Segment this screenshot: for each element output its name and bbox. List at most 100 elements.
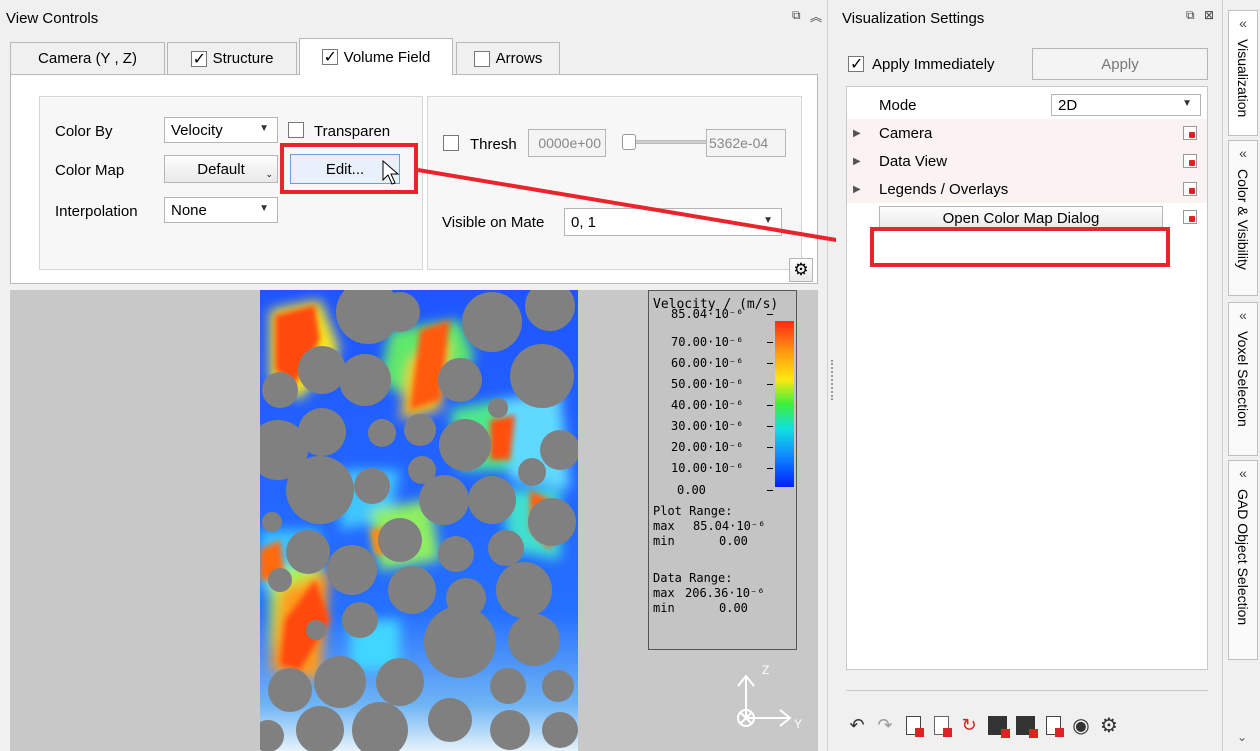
reset-icon[interactable]	[1183, 154, 1197, 168]
button-label: Edit...	[325, 160, 365, 178]
legend-tick-label: 20.00·10⁻⁶	[671, 440, 744, 454]
mode-combo[interactable]: 2D ▼	[1051, 94, 1201, 116]
side-tab-color-visibility[interactable]: « Color & Visibility	[1228, 140, 1258, 296]
chevron-left-icon: «	[1239, 307, 1247, 323]
y-axis-label: Y	[794, 717, 802, 731]
color-legend: Velocity / (m/s) 85.04·10⁻⁶ 70.00·10⁻⁶ 60.	[648, 290, 797, 650]
legend-tick-mark	[767, 490, 773, 491]
render-viewport[interactable]: Velocity / (m/s) 85.04·10⁻⁶ 70.00·10⁻⁶ 60.	[10, 290, 818, 751]
splitter-handle[interactable]	[828, 360, 836, 400]
transparent-label: Transparen	[314, 123, 391, 140]
float-icon[interactable]: ⧉	[1186, 8, 1195, 23]
chevron-down-icon: ⌄	[265, 169, 273, 179]
side-tab-visualization[interactable]: « Visualization	[1228, 10, 1258, 136]
reset-icon[interactable]	[1183, 182, 1197, 196]
save-settings-icon[interactable]	[902, 714, 924, 737]
data-range-label: Data Range:	[653, 571, 733, 585]
legend-tick-label: 40.00·10⁻⁶	[671, 398, 744, 412]
expand-arrow-icon[interactable]: ▶	[853, 184, 861, 195]
expand-arrow-icon[interactable]: ▶	[853, 128, 861, 139]
thresh-slider[interactable]	[628, 140, 708, 144]
gear-icon[interactable]: ⚙	[789, 258, 813, 282]
apply-immediately-checkbox[interactable]	[848, 54, 864, 74]
export-icon[interactable]	[986, 714, 1010, 738]
transparent-checkbox[interactable]	[288, 122, 304, 138]
plot-range-label: Plot Range:	[653, 504, 733, 518]
gear-icon[interactable]: ⚙	[1098, 714, 1120, 737]
button-label: Apply	[1101, 55, 1139, 73]
plot-range-max-label: max	[653, 519, 675, 533]
apply-button[interactable]: Apply	[1032, 48, 1208, 80]
threshold-group: Thresh 0000e+00 5362e-04 Visible on Mate…	[427, 96, 802, 270]
volume-field-page: Color By Velocity ▼ Transparen Color Map…	[10, 74, 818, 284]
button-label: Open Color Map Dialog	[942, 209, 1100, 227]
legend-tick-mark	[767, 405, 773, 406]
legend-tick-label: 30.00·10⁻⁶	[671, 419, 744, 433]
color-map-dropdown[interactable]: Default ⌄	[164, 155, 278, 183]
category-label: Camera	[879, 124, 933, 142]
color-by-combo[interactable]: Velocity ▼	[164, 117, 278, 143]
undo-icon[interactable]: ↶	[846, 714, 868, 736]
plot-range-min: 0.00	[719, 534, 748, 548]
side-tab-label: Voxel Selection	[1235, 331, 1251, 427]
tab-label: Volume Field	[343, 48, 431, 66]
panel-title: Visualization Settings	[842, 10, 985, 27]
combo-value: None	[171, 201, 207, 219]
expand-arrow-icon[interactable]: ▶	[853, 156, 861, 167]
refresh-icon[interactable]: ↻	[958, 714, 980, 736]
tab-camera[interactable]: Camera (Y , Z)	[10, 42, 165, 74]
open-color-map-button[interactable]: Open Color Map Dialog	[879, 206, 1163, 230]
tab-arrows[interactable]: Arrows	[456, 42, 560, 74]
tab-structure[interactable]: Structure	[167, 42, 297, 74]
combo-value: 2D	[1058, 96, 1078, 114]
velocity-field-image	[260, 290, 578, 751]
view-controls-panel: View Controls ⧉ ︽ Camera (Y , Z) Structu…	[0, 0, 828, 751]
tab-volume-field[interactable]: Volume Field	[299, 38, 453, 75]
category-label: Legends / Overlays	[879, 180, 1009, 198]
thresh-max-field[interactable]: 5362e-04	[706, 129, 786, 157]
script-icon[interactable]	[1042, 714, 1064, 737]
side-tab-voxel-selection[interactable]: « Voxel Selection	[1228, 302, 1258, 456]
tree-item-data-view[interactable]: ▶ Data View	[847, 147, 1207, 175]
z-axis-label: Z	[762, 663, 769, 677]
apply-immediately-label: Apply Immediately	[872, 56, 995, 73]
tree-item-legends-overlays[interactable]: ▶ Legends / Overlays	[847, 175, 1207, 203]
float-icon[interactable]: ⧉	[792, 8, 801, 23]
legend-tick-mark	[767, 384, 773, 385]
legend-tick-label: 85.04·10⁻⁶	[671, 307, 744, 321]
thresh-min-field[interactable]: 0000e+00	[528, 129, 606, 157]
legend-tick-label: 10.00·10⁻⁶	[671, 461, 744, 475]
chevron-down-icon: ▼	[259, 123, 269, 134]
interpolation-combo[interactable]: None ▼	[164, 197, 278, 223]
tree-item-camera[interactable]: ▶ Camera	[847, 119, 1207, 147]
redo-icon[interactable]: ↷	[874, 714, 896, 736]
slider-handle[interactable]	[622, 134, 636, 150]
category-label: Data View	[879, 152, 948, 170]
settings-tree: Mode 2D ▼ ▶ Camera ▶ Data View ▶ Legends…	[846, 86, 1208, 670]
chevron-left-icon: «	[1239, 15, 1247, 31]
close-icon[interactable]: ⊠	[1204, 8, 1214, 22]
collapse-up-icon[interactable]: ︽	[810, 8, 822, 25]
reset-icon[interactable]	[1183, 210, 1197, 224]
load-settings-icon[interactable]	[930, 714, 952, 737]
side-tab-label: Visualization	[1235, 39, 1251, 118]
thresh-checkbox[interactable]	[443, 135, 459, 151]
arrows-checkbox[interactable]	[473, 50, 490, 67]
reset-icon[interactable]	[1183, 126, 1197, 140]
legend-tick-mark	[767, 447, 773, 448]
visualization-settings-panel: Visualization Settings ⧉ ⊠ Apply Immedia…	[836, 0, 1222, 751]
chevron-left-icon: «	[1239, 465, 1247, 481]
chevron-down-icon[interactable]: ⌄	[1237, 730, 1247, 744]
eye-icon[interactable]: ◉	[1070, 714, 1092, 737]
side-dock: « Visualization « Color & Visibility « V…	[1222, 0, 1260, 751]
import-icon[interactable]	[1014, 714, 1038, 738]
data-range-min-label: min	[653, 601, 675, 615]
visible-on-combo[interactable]: 0, 1 ▼	[564, 208, 782, 236]
panel-title: View Controls	[6, 10, 99, 27]
side-tab-gad-object-selection[interactable]: « GAD Object Selection	[1228, 460, 1258, 660]
data-range-min: 0.00	[719, 601, 748, 615]
structure-checkbox[interactable]	[190, 49, 207, 69]
data-range-max-label: max	[653, 586, 675, 600]
combo-value: Velocity	[171, 121, 223, 139]
volume-field-checkbox[interactable]	[321, 47, 338, 67]
